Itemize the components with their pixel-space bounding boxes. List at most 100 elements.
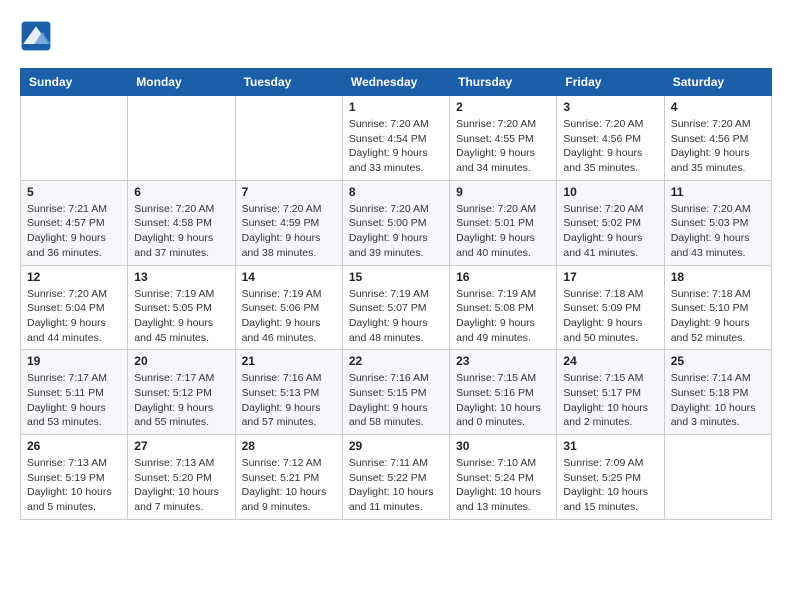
day-info: Sunrise: 7:17 AM Sunset: 5:11 PM Dayligh…: [27, 371, 121, 430]
column-header-tuesday: Tuesday: [235, 69, 342, 96]
day-number: 3: [563, 100, 657, 114]
calendar-cell: 13 Sunrise: 7:19 AM Sunset: 5:05 PM Dayli…: [128, 265, 235, 350]
day-number: 14: [242, 270, 336, 284]
logo: [20, 20, 56, 52]
calendar-cell: 17 Sunrise: 7:18 AM Sunset: 5:09 PM Dayli…: [557, 265, 664, 350]
calendar-cell: [21, 96, 128, 181]
calendar-cell: [128, 96, 235, 181]
calendar-cell: [235, 96, 342, 181]
calendar-cell: 26 Sunrise: 7:13 AM Sunset: 5:19 PM Dayli…: [21, 435, 128, 520]
day-info: Sunrise: 7:10 AM Sunset: 5:24 PM Dayligh…: [456, 456, 550, 515]
day-number: 17: [563, 270, 657, 284]
calendar-header-row: SundayMondayTuesdayWednesdayThursdayFrid…: [21, 69, 772, 96]
week-row-5: 26 Sunrise: 7:13 AM Sunset: 5:19 PM Dayli…: [21, 435, 772, 520]
day-number: 29: [349, 439, 443, 453]
day-number: 25: [671, 354, 765, 368]
day-info: Sunrise: 7:14 AM Sunset: 5:18 PM Dayligh…: [671, 371, 765, 430]
day-info: Sunrise: 7:16 AM Sunset: 5:13 PM Dayligh…: [242, 371, 336, 430]
calendar-cell: 10 Sunrise: 7:20 AM Sunset: 5:02 PM Dayli…: [557, 180, 664, 265]
day-number: 21: [242, 354, 336, 368]
calendar-cell: 1 Sunrise: 7:20 AM Sunset: 4:54 PM Daylig…: [342, 96, 449, 181]
calendar-cell: 16 Sunrise: 7:19 AM Sunset: 5:08 PM Dayli…: [450, 265, 557, 350]
calendar-cell: 28Sunrise: 7:12 AM Sunset: 5:21 PM Dayli…: [235, 435, 342, 520]
day-info: Sunrise: 7:20 AM Sunset: 4:54 PM Dayligh…: [349, 117, 443, 176]
calendar-cell: 11 Sunrise: 7:20 AM Sunset: 5:03 PM Dayli…: [664, 180, 771, 265]
day-number: 28: [242, 439, 336, 453]
day-info: Sunrise: 7:20 AM Sunset: 5:02 PM Dayligh…: [563, 202, 657, 261]
day-number: 2: [456, 100, 550, 114]
calendar-cell: 3 Sunrise: 7:20 AM Sunset: 4:56 PM Daylig…: [557, 96, 664, 181]
day-info: Sunrise: 7:19 AM Sunset: 5:05 PM Dayligh…: [134, 287, 228, 346]
day-number: 31: [563, 439, 657, 453]
day-number: 1: [349, 100, 443, 114]
day-number: 23: [456, 354, 550, 368]
header: [20, 20, 772, 52]
day-info: Sunrise: 7:15 AM Sunset: 5:17 PM Dayligh…: [563, 371, 657, 430]
day-info: Sunrise: 7:18 AM Sunset: 5:09 PM Dayligh…: [563, 287, 657, 346]
calendar-cell: 4Sunrise: 7:20 AM Sunset: 4:56 PM Daylig…: [664, 96, 771, 181]
calendar-cell: 9Sunrise: 7:20 AM Sunset: 5:01 PM Daylig…: [450, 180, 557, 265]
day-info: Sunrise: 7:13 AM Sunset: 5:19 PM Dayligh…: [27, 456, 121, 515]
day-number: 26: [27, 439, 121, 453]
day-number: 11: [671, 185, 765, 199]
calendar-cell: [664, 435, 771, 520]
day-number: 22: [349, 354, 443, 368]
day-info: Sunrise: 7:13 AM Sunset: 5:20 PM Dayligh…: [134, 456, 228, 515]
week-row-2: 5Sunrise: 7:21 AM Sunset: 4:57 PM Daylig…: [21, 180, 772, 265]
day-number: 6: [134, 185, 228, 199]
day-number: 24: [563, 354, 657, 368]
calendar-cell: 14 Sunrise: 7:19 AM Sunset: 5:06 PM Dayli…: [235, 265, 342, 350]
calendar-cell: 20 Sunrise: 7:17 AM Sunset: 5:12 PM Dayli…: [128, 350, 235, 435]
day-number: 7: [242, 185, 336, 199]
calendar-cell: 29 Sunrise: 7:11 AM Sunset: 5:22 PM Dayli…: [342, 435, 449, 520]
column-header-wednesday: Wednesday: [342, 69, 449, 96]
calendar-cell: 12 Sunrise: 7:20 AM Sunset: 5:04 PM Dayli…: [21, 265, 128, 350]
week-row-4: 19 Sunrise: 7:17 AM Sunset: 5:11 PM Dayli…: [21, 350, 772, 435]
calendar-cell: 15 Sunrise: 7:19 AM Sunset: 5:07 PM Dayli…: [342, 265, 449, 350]
day-info: Sunrise: 7:20 AM Sunset: 4:56 PM Dayligh…: [671, 117, 765, 176]
calendar-cell: 19 Sunrise: 7:17 AM Sunset: 5:11 PM Dayli…: [21, 350, 128, 435]
day-info: Sunrise: 7:19 AM Sunset: 5:07 PM Dayligh…: [349, 287, 443, 346]
calendar-table: SundayMondayTuesdayWednesdayThursdayFrid…: [20, 68, 772, 520]
day-info: Sunrise: 7:15 AM Sunset: 5:16 PM Dayligh…: [456, 371, 550, 430]
calendar-cell: 22Sunrise: 7:16 AM Sunset: 5:15 PM Dayli…: [342, 350, 449, 435]
day-info: Sunrise: 7:17 AM Sunset: 5:12 PM Dayligh…: [134, 371, 228, 430]
day-number: 20: [134, 354, 228, 368]
day-info: Sunrise: 7:20 AM Sunset: 5:01 PM Dayligh…: [456, 202, 550, 261]
logo-icon: [20, 20, 52, 52]
day-info: Sunrise: 7:19 AM Sunset: 5:08 PM Dayligh…: [456, 287, 550, 346]
calendar-cell: 23 Sunrise: 7:15 AM Sunset: 5:16 PM Dayli…: [450, 350, 557, 435]
calendar-cell: 25 Sunrise: 7:14 AM Sunset: 5:18 PM Dayli…: [664, 350, 771, 435]
day-info: Sunrise: 7:11 AM Sunset: 5:22 PM Dayligh…: [349, 456, 443, 515]
day-number: 13: [134, 270, 228, 284]
column-header-saturday: Saturday: [664, 69, 771, 96]
day-info: Sunrise: 7:20 AM Sunset: 4:56 PM Dayligh…: [563, 117, 657, 176]
day-info: Sunrise: 7:09 AM Sunset: 5:25 PM Dayligh…: [563, 456, 657, 515]
calendar-cell: 31 Sunrise: 7:09 AM Sunset: 5:25 PM Dayli…: [557, 435, 664, 520]
day-info: Sunrise: 7:20 AM Sunset: 4:59 PM Dayligh…: [242, 202, 336, 261]
day-info: Sunrise: 7:20 AM Sunset: 4:58 PM Dayligh…: [134, 202, 228, 261]
column-header-thursday: Thursday: [450, 69, 557, 96]
day-number: 16: [456, 270, 550, 284]
calendar-cell: 7 Sunrise: 7:20 AM Sunset: 4:59 PM Daylig…: [235, 180, 342, 265]
day-info: Sunrise: 7:18 AM Sunset: 5:10 PM Dayligh…: [671, 287, 765, 346]
day-number: 15: [349, 270, 443, 284]
calendar-cell: 30 Sunrise: 7:10 AM Sunset: 5:24 PM Dayli…: [450, 435, 557, 520]
day-info: Sunrise: 7:20 AM Sunset: 4:55 PM Dayligh…: [456, 117, 550, 176]
day-number: 18: [671, 270, 765, 284]
day-info: Sunrise: 7:20 AM Sunset: 5:03 PM Dayligh…: [671, 202, 765, 261]
calendar-cell: 18 Sunrise: 7:18 AM Sunset: 5:10 PM Dayli…: [664, 265, 771, 350]
calendar-cell: 5Sunrise: 7:21 AM Sunset: 4:57 PM Daylig…: [21, 180, 128, 265]
week-row-1: 1 Sunrise: 7:20 AM Sunset: 4:54 PM Daylig…: [21, 96, 772, 181]
day-number: 12: [27, 270, 121, 284]
day-number: 10: [563, 185, 657, 199]
day-number: 30: [456, 439, 550, 453]
column-header-monday: Monday: [128, 69, 235, 96]
day-number: 8: [349, 185, 443, 199]
day-info: Sunrise: 7:20 AM Sunset: 5:00 PM Dayligh…: [349, 202, 443, 261]
day-number: 19: [27, 354, 121, 368]
day-info: Sunrise: 7:20 AM Sunset: 5:04 PM Dayligh…: [27, 287, 121, 346]
day-info: Sunrise: 7:21 AM Sunset: 4:57 PM Dayligh…: [27, 202, 121, 261]
day-number: 27: [134, 439, 228, 453]
day-info: Sunrise: 7:19 AM Sunset: 5:06 PM Dayligh…: [242, 287, 336, 346]
